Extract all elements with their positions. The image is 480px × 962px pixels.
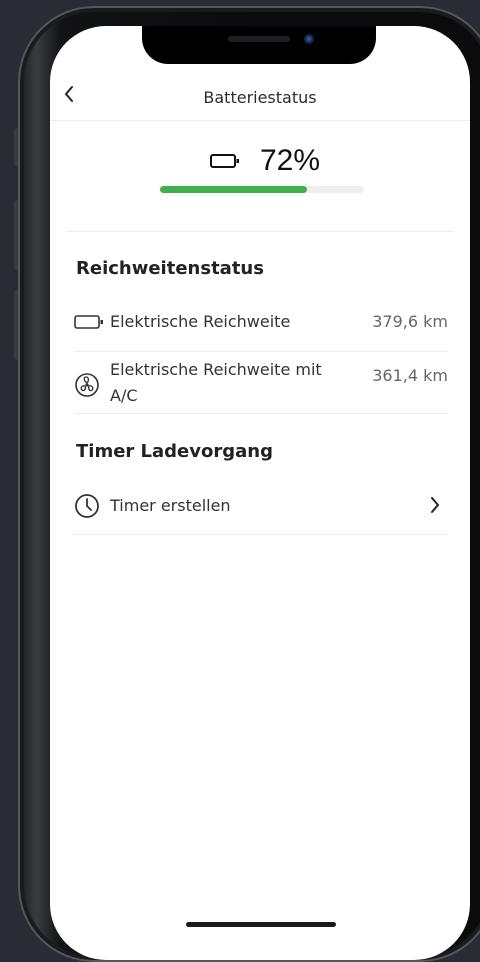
app-screen: Batteriestatus 72% Reichweitenstatus Ele… (50, 26, 470, 960)
range-ac-label-line2: A/C (110, 386, 138, 405)
range-ac-value: 361,4 km (372, 366, 448, 385)
battery-icon (74, 315, 103, 329)
chevron-right-icon (431, 497, 439, 513)
timer-create-label: Timer erstellen (110, 496, 231, 515)
battery-progress-fill (160, 186, 307, 193)
notch (142, 26, 376, 64)
page-title: Batteriestatus (203, 88, 317, 107)
row-divider (74, 413, 448, 414)
home-indicator[interactable] (186, 922, 336, 927)
clock-icon (75, 494, 99, 518)
row-divider (74, 534, 448, 535)
battery-icon (210, 154, 239, 168)
battery-percent: 72% (260, 144, 321, 177)
battery-divider (66, 231, 454, 232)
speaker (228, 36, 290, 42)
row-divider (74, 351, 448, 352)
range-row-electric: Elektrische Reichweite 379,6 km (74, 308, 448, 350)
battery-progress-bar (160, 186, 364, 193)
range-row-ac: Elektrische Reichweite mit A/C 361,4 km (74, 358, 448, 412)
timer-section-title: Timer Ladevorgang (76, 441, 273, 462)
range-section-title: Reichweitenstatus (76, 258, 264, 279)
range-label: Elektrische Reichweite (110, 312, 291, 331)
range-value: 379,6 km (372, 312, 448, 331)
timer-create-row[interactable]: Timer erstellen (74, 491, 448, 533)
battery-status: 72% (210, 138, 320, 184)
nav-header: Batteriestatus (50, 84, 470, 122)
header-divider (50, 120, 470, 121)
range-ac-label-line1: Elektrische Reichweite mit (110, 360, 322, 379)
front-camera (304, 34, 314, 44)
fan-icon (75, 373, 99, 397)
